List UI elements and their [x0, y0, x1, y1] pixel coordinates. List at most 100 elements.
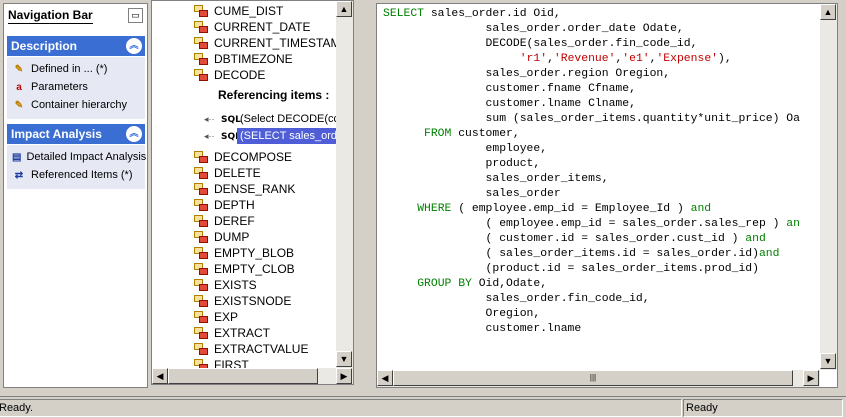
list-item-label: CURRENT_DATE [214, 20, 311, 34]
code-line: sales_order [383, 188, 561, 200]
list-item[interactable]: EXTRACT [152, 325, 336, 341]
list-item[interactable]: EMPTY_BLOB [152, 245, 336, 261]
scroll-left-arrow-icon[interactable]: ◀ [377, 370, 393, 386]
list-item[interactable]: DEPTH [152, 197, 336, 213]
sql-code[interactable]: SELECT sales_order.id Oid, sales_order.o… [383, 7, 800, 337]
collapse-chevron-icon[interactable]: ︽ [126, 126, 142, 142]
code-line: customer.lname Clname, [383, 98, 636, 110]
code-line: sales_order.fin_code_id, [383, 293, 650, 305]
list-item-label: EXTRACTVALUE [214, 342, 309, 356]
list-item[interactable]: EXISTSNODE [152, 293, 336, 309]
code-line: ( customer.id = sales_order.cust_id ) an… [383, 233, 766, 245]
list-item[interactable]: DECOMPOSE [152, 149, 336, 165]
pin-panel-icon[interactable]: ▭ [128, 8, 143, 23]
code-line: GROUP BY Oid,Odate, [417, 278, 548, 290]
collapse-chevron-icon[interactable]: ︽ [126, 38, 142, 54]
editor-horizontal-scrollbar[interactable]: ◀ ||| ▶ [377, 370, 820, 387]
list-item[interactable]: EXISTS [152, 277, 336, 293]
list-item[interactable]: DECODE [152, 67, 336, 83]
code-line: (product.id = sales_order_items.prod_id) [383, 263, 759, 275]
list-horizontal-scrollbar[interactable]: ◀ ▶ [152, 368, 353, 384]
function-icon [194, 151, 208, 164]
code-line: customer.fname Cfname, [383, 83, 636, 95]
list-item[interactable]: EMPTY_CLOB [152, 261, 336, 277]
list-item[interactable]: CURRENT_TIMESTAMP [152, 35, 348, 51]
nav-item-referenced-items[interactable]: ⇄ Referenced Items (*) [7, 166, 145, 184]
function-icon [194, 21, 208, 34]
list-item[interactable]: CUME_DIST [152, 3, 336, 19]
code-line: DECODE(sales_order.fin_code_id, [383, 38, 698, 50]
code-line: sales_order_items, [383, 173, 609, 185]
scroll-up-arrow-icon[interactable]: ▲ [336, 1, 352, 17]
arrow-icon: ◂·· [204, 131, 215, 141]
code-line: sum (sales_order_items.quantity*unit_pri… [383, 113, 800, 125]
function-icon [194, 199, 208, 212]
function-icon [194, 247, 208, 260]
referenced-items-icon: ⇄ [14, 169, 24, 181]
list-item[interactable]: DELETE [152, 165, 336, 181]
scrollbar-thumb[interactable]: ||| [393, 370, 793, 386]
code-line: sales_order.region Oregion, [383, 68, 671, 80]
code-line: ( sales_order_items.id = sales_order.id)… [383, 248, 780, 260]
scrollbar-thumb[interactable] [168, 368, 318, 384]
function-icon [194, 53, 208, 66]
list-item-label: EXP [214, 310, 239, 324]
code-line: WHERE ( employee.emp_id = Employee_Id ) … [417, 203, 712, 215]
function-icon [194, 37, 208, 50]
list-item-label: DEREF [214, 214, 255, 228]
list-item-label: DECOMPOSE [214, 150, 293, 164]
nav-item-parameters[interactable]: a Parameters [7, 78, 145, 96]
list-item[interactable]: DENSE_RANK [152, 181, 336, 197]
list-item-label: DENSE_RANK [214, 182, 296, 196]
reference-item[interactable]: (Select DECODE(cc [240, 111, 339, 127]
list-item-label: EMPTY_CLOB [214, 262, 295, 276]
list-item-label: DELETE [214, 166, 261, 180]
sql-editor[interactable]: SELECT sales_order.id Oid, sales_order.o… [376, 3, 838, 388]
function-icon [194, 183, 208, 196]
impact-analysis-icon: ▤ [12, 151, 22, 163]
function-icon [194, 343, 208, 356]
nav-item-detailed-impact-analysis[interactable]: ▤ Detailed Impact Analysis [7, 148, 146, 166]
function-icon [194, 167, 208, 180]
code-line: Oregion, [383, 308, 541, 320]
nav-item-defined-in[interactable]: ✎ Defined in ... (*) [7, 60, 145, 78]
function-list-panel: CUME_DIST CURRENT_DATE CURRENT_TIMESTAMP DB… [151, 0, 354, 385]
splitter[interactable] [355, 0, 375, 395]
function-icon [194, 5, 208, 18]
list-item-label: CUME_DIST [214, 4, 284, 18]
nav-item-label: Defined in ... (*) [31, 63, 108, 75]
list-item[interactable]: DBTIMEZONE [152, 51, 336, 67]
status-bar: Ready. Ready [0, 396, 846, 418]
section-header-impact-analysis[interactable]: Impact Analysis ︽ [7, 124, 145, 144]
function-icon [194, 279, 208, 292]
pencil-icon: ✎ [14, 99, 24, 111]
list-item-label: EXTRACT [214, 326, 271, 340]
list-item-label: CURRENT_TIMESTAMP [214, 36, 349, 50]
function-icon [194, 69, 208, 82]
scroll-down-arrow-icon[interactable]: ▼ [820, 353, 836, 369]
list-item[interactable]: EXP [152, 309, 336, 325]
list-vertical-scrollbar[interactable]: ▲ ▼ [336, 1, 353, 368]
nav-item-container-hierarchy[interactable]: ✎ Container hierarchy [7, 96, 145, 114]
reference-item-selected[interactable]: (SELECT sales_orde [237, 128, 347, 144]
nav-item-label: Container hierarchy [31, 99, 127, 111]
list-item[interactable]: CURRENT_DATE [152, 19, 336, 35]
scroll-right-arrow-icon[interactable]: ▶ [336, 368, 352, 384]
list-item[interactable]: EXTRACTVALUE [152, 341, 336, 357]
list-item-label: DBTIMEZONE [214, 52, 293, 66]
list-item-label: DUMP [214, 230, 250, 244]
scroll-up-arrow-icon[interactable]: ▲ [820, 4, 836, 20]
code-line: product, [383, 158, 541, 170]
list-item-label: DECODE [214, 68, 266, 82]
editor-vertical-scrollbar[interactable]: ▲ ▼ [820, 4, 837, 370]
scroll-down-arrow-icon[interactable]: ▼ [336, 351, 352, 367]
impact-analysis-section: ▤ Detailed Impact Analysis ⇄ Referenced … [7, 145, 146, 189]
scroll-right-arrow-icon[interactable]: ▶ [803, 370, 819, 386]
sql-icon: SQL [221, 115, 241, 125]
list-item[interactable]: DEREF [152, 213, 336, 229]
scroll-left-arrow-icon[interactable]: ◀ [152, 368, 168, 384]
section-header-description[interactable]: Description ︽ [7, 36, 145, 56]
status-text-left: Ready. [0, 399, 682, 417]
list-item[interactable]: DUMP [152, 229, 336, 245]
arrow-icon: ◂·· [204, 114, 215, 124]
